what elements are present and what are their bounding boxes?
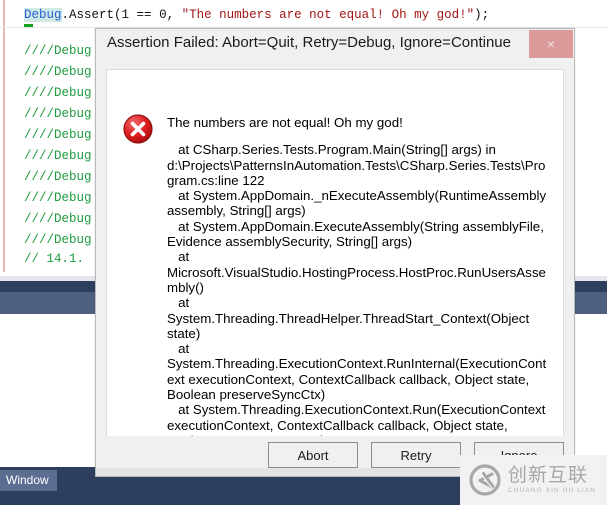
code-token: .Assert( xyxy=(61,8,122,22)
dialog-content-panel: The numbers are not equal! Oh my god! at… xyxy=(106,69,564,456)
stack-trace-text: at CSharp.Series.Tests.Program.Main(Stri… xyxy=(167,142,547,455)
dialog-headline: The numbers are not equal! Oh my god! xyxy=(167,115,403,130)
dialog-titlebar: Assertion Failed: Abort=Quit, Retry=Debu… xyxy=(96,29,574,59)
dialog-message-block: The numbers are not equal! Oh my god! at… xyxy=(167,115,549,455)
code-token: ); xyxy=(474,8,490,22)
code-line: // 14.1. xyxy=(24,252,84,266)
code-token: , xyxy=(166,8,182,22)
assertion-failed-dialog: Assertion Failed: Abort=Quit, Retry=Debu… xyxy=(95,28,575,477)
watermark: 创新互联 CHUANG XIN HU LIAN xyxy=(460,455,607,505)
code-token: 1 xyxy=(121,8,130,22)
close-icon: × xyxy=(546,36,556,52)
retry-button[interactable]: Retry xyxy=(371,442,461,468)
code-token: 0 xyxy=(159,8,167,22)
cx-logo-icon xyxy=(469,464,501,496)
error-icon xyxy=(123,114,153,144)
code-token: // 14.1. xyxy=(24,252,85,266)
code-token: "The numbers are not equal! Oh my god!" xyxy=(181,8,475,22)
watermark-text: 创新互联 CHUANG XIN HU LIAN xyxy=(508,463,597,495)
editor-change-margin xyxy=(3,0,5,272)
code-token: == xyxy=(129,8,160,22)
close-button[interactable]: × xyxy=(529,30,573,58)
smart-tag-underline xyxy=(24,24,33,27)
watermark-chinese: 创新互联 xyxy=(508,463,589,486)
code-line: Debug.Assert(1 == 0, "The numbers are no… xyxy=(24,8,489,22)
dialog-title: Assertion Failed: Abort=Quit, Retry=Debu… xyxy=(107,34,511,51)
abort-button[interactable]: Abort xyxy=(268,442,358,468)
watermark-pinyin: CHUANG XIN HU LIAN xyxy=(508,486,597,494)
code-token: Debug xyxy=(24,8,62,22)
window-tab[interactable]: Window xyxy=(0,470,57,491)
